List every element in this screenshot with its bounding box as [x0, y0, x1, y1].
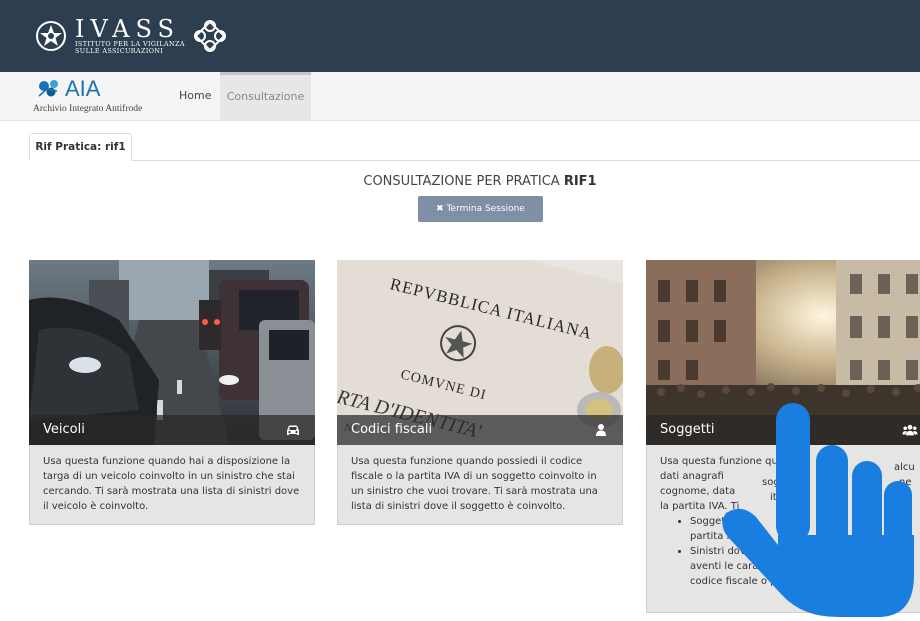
- fragment: o: [906, 507, 913, 518]
- card-description: Usa questa funzione qu dati anagrafi cog…: [646, 445, 920, 613]
- fragment: di: [838, 462, 848, 473]
- bullet-list: Soggetti cen partita IVA, se Sinistri do…: [690, 514, 919, 589]
- end-session-button[interactable]: ✖ Termina Sessione: [418, 196, 543, 222]
- fragment: alcu: [894, 462, 915, 473]
- navbar: AIA Archivio Integrato Antifrode Home Co…: [0, 72, 920, 121]
- fragment: pi: [793, 462, 803, 473]
- bullet-item: Soggetti cen partita IVA, se: [690, 514, 919, 544]
- tab-rif-pratica[interactable]: Rif Pratica: rif1: [29, 133, 132, 161]
- description-line: Usa questa funzione qu: [660, 456, 778, 467]
- bullet-line: Sinistri dove vien: [690, 546, 777, 557]
- card-soggetti[interactable]: Soggetti Usa questa funzione qu dati ana…: [646, 260, 920, 613]
- title-code: RIF1: [563, 174, 597, 189]
- tab-divider: [29, 160, 920, 161]
- fragment: c: [826, 477, 832, 488]
- card-title: Soggetti: [660, 422, 715, 437]
- org-name: IVASS: [75, 14, 180, 43]
- bullet-line: aventi le caratteris: [690, 561, 785, 572]
- description-line: dati anagrafi: [660, 471, 724, 482]
- card-title: Codici fiscali: [351, 422, 433, 437]
- description-line: cognome, data: [660, 486, 736, 497]
- card-title: Veicoli: [43, 422, 85, 437]
- card-codici-fiscali[interactable]: REPVBBLICA ITALIANA COMVNE DI CARTA D'ID…: [337, 260, 623, 525]
- traffic-photo: Veicoli: [29, 260, 315, 445]
- republic-emblem-icon: [36, 21, 66, 51]
- close-icon: ✖: [436, 204, 444, 214]
- car-icon: [287, 425, 299, 435]
- bullet-line: Soggetti cen: [690, 516, 754, 527]
- bullet-item: Sinistri dove vien aventi le caratteris …: [690, 544, 919, 589]
- card-caption: Codici fiscali: [337, 415, 623, 445]
- bullet-line: codice fiscale o partita: [690, 576, 804, 587]
- knot-emblem-icon: [193, 20, 226, 52]
- nav-consultazione[interactable]: Consultazione: [220, 72, 311, 120]
- brand-subtitle: Archivio Integrato Antifrode: [33, 104, 143, 114]
- page-title: CONSULTAZIONE PER PRATICA RIF1: [0, 174, 920, 189]
- card-caption: Veicoli: [29, 415, 315, 445]
- title-prefix: CONSULTAZIONE PER PRATICA: [363, 174, 564, 189]
- brand-name: AIA: [65, 76, 101, 101]
- ivass-text: IVASS ISTITUTO PER LA VIGILANZA SULLE AS…: [75, 17, 185, 56]
- org-subtitle-2: SULLE ASSICURAZIONI: [75, 47, 164, 55]
- fragment: sog: [762, 477, 780, 488]
- card-description: Usa questa funzione quando hai a disposi…: [29, 445, 315, 525]
- top-header: IVASS ISTITUTO PER LA VIGILANZA SULLE AS…: [0, 0, 920, 72]
- fragment: ne: [899, 477, 912, 488]
- id-card-photo: REPVBBLICA ITALIANA COMVNE DI CARTA D'ID…: [337, 260, 623, 445]
- description-line: la partita IVA. Ti: [660, 501, 740, 512]
- bullet-line: partita IVA, se: [690, 531, 761, 542]
- card-caption: Soggetti: [646, 415, 920, 445]
- aia-logo-icon: [38, 80, 58, 97]
- fragment: to: [867, 477, 878, 488]
- aia-brand[interactable]: AIA Archivio Integrato Antifrode: [33, 76, 158, 118]
- card-description: Usa questa funzione quando possiedi il c…: [337, 445, 623, 525]
- end-session-label: Termina Sessione: [446, 204, 525, 214]
- nav-home[interactable]: Home: [168, 72, 222, 120]
- user-icon: [596, 424, 606, 436]
- card-veicoli[interactable]: Veicoli Usa questa funzione quando hai a…: [29, 260, 315, 525]
- fragment: it: [770, 492, 777, 503]
- crowd-photo: Soggetti: [646, 260, 920, 445]
- ivass-logo[interactable]: IVASS ISTITUTO PER LA VIGILANZA SULLE AS…: [33, 10, 227, 62]
- users-icon: [902, 424, 918, 436]
